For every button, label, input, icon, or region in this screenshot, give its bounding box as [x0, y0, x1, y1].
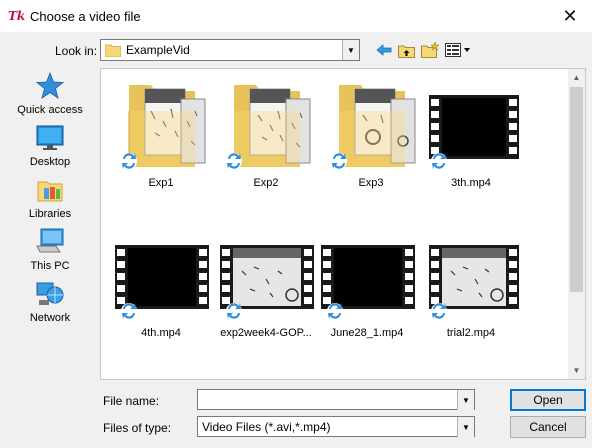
- filetype-dropdown-arrow[interactable]: ▼: [457, 417, 474, 437]
- video-thumbnail-icon: [429, 245, 519, 319]
- chevron-down-icon: ▼: [462, 395, 470, 405]
- view-menu-button[interactable]: [444, 40, 472, 60]
- network-icon: [36, 282, 64, 305]
- place-network[interactable]: Network: [12, 280, 88, 330]
- lookin-label: Look in:: [55, 44, 98, 58]
- filetype-dropdown[interactable]: Video Files (*.avi,*.mp4) ▼: [197, 416, 475, 437]
- quick-access-star-icon: [36, 72, 64, 99]
- place-desktop[interactable]: Desktop: [12, 124, 88, 174]
- list-item-folder[interactable]: Exp1: [111, 81, 211, 201]
- video-thumbnail-icon: [321, 245, 415, 319]
- lookin-dropdown[interactable]: ExampleVid ▼: [100, 39, 360, 61]
- back-button[interactable]: [374, 40, 394, 60]
- desktop-icon: [36, 125, 64, 150]
- folder-thumbnail-icon: [331, 85, 416, 169]
- tk-feather-icon: Tk: [8, 9, 26, 23]
- places-bar: Quick access Desktop Libraries This PC N…: [12, 72, 88, 372]
- scroll-up-button[interactable]: ▲: [568, 69, 585, 86]
- up-folder-button[interactable]: [396, 40, 416, 60]
- scroll-down-button[interactable]: ▼: [568, 362, 585, 379]
- video-thumbnail-icon: [429, 95, 519, 169]
- file-name: 4th.mp4: [141, 327, 181, 339]
- place-quick-access[interactable]: Quick access: [12, 72, 88, 122]
- chevron-down-icon: ▼: [462, 422, 470, 432]
- place-libraries[interactable]: Libraries: [12, 176, 88, 226]
- file-name: Exp3: [358, 177, 384, 189]
- folder-icon: [105, 44, 121, 57]
- file-dialog: Look in: ExampleVid ▼ Quick access Deskt…: [0, 32, 592, 448]
- libraries-icon: [37, 181, 63, 202]
- list-item-video[interactable]: 3th.mp4: [421, 81, 521, 201]
- chevron-down-icon: ▼: [347, 45, 355, 55]
- filename-label: File name:: [103, 394, 160, 408]
- place-label: Network: [29, 312, 71, 324]
- new-folder-button[interactable]: [420, 40, 440, 60]
- file-name: trial2.mp4: [446, 327, 496, 339]
- file-name: exp2week4-GOP...: [220, 327, 312, 339]
- list-item-folder[interactable]: Exp2: [216, 81, 316, 201]
- folder-thumbnail-icon: [226, 85, 311, 169]
- file-list-view[interactable]: Exp1 Exp2 Exp3 3th.mp4 4th.mp4 exp2week4…: [100, 68, 586, 380]
- lookin-value: ExampleVid: [126, 43, 190, 57]
- filename-input[interactable]: ▼: [197, 389, 475, 410]
- list-item-video[interactable]: trial2.mp4: [421, 231, 521, 351]
- list-item-video[interactable]: 4th.mp4: [111, 231, 211, 351]
- video-thumbnail-icon: [115, 245, 209, 319]
- this-pc-icon: [36, 228, 64, 253]
- chevron-up-icon: ▲: [572, 73, 581, 82]
- place-label: This PC: [30, 260, 70, 272]
- filetype-label: Files of type:: [103, 421, 172, 435]
- place-this-pc[interactable]: This PC: [12, 228, 88, 278]
- video-thumbnail-icon: [220, 245, 314, 319]
- close-icon: ✕: [562, 5, 578, 26]
- vertical-scrollbar[interactable]: ▲ ▼: [568, 69, 585, 379]
- filename-dropdown-arrow[interactable]: ▼: [457, 390, 474, 410]
- file-name: 3th.mp4: [451, 177, 491, 189]
- place-label: Desktop: [29, 156, 71, 168]
- file-name: June28_1.mp4: [330, 327, 404, 339]
- title-bar: Tk Choose a video file ✕: [0, 0, 592, 32]
- list-item-folder[interactable]: Exp3: [321, 81, 421, 201]
- scrollbar-thumb[interactable]: [570, 87, 583, 292]
- close-button[interactable]: ✕: [548, 0, 592, 32]
- place-label: Quick access: [17, 104, 83, 116]
- up-folder-icon: [397, 45, 415, 58]
- chevron-down-icon: ▼: [572, 366, 581, 375]
- list-item-video[interactable]: exp2week4-GOP...: [216, 231, 316, 351]
- file-name: Exp2: [253, 177, 279, 189]
- back-arrow-icon: [376, 44, 392, 56]
- list-item-video[interactable]: June28_1.mp4: [317, 231, 417, 351]
- new-folder-icon: [421, 42, 439, 58]
- open-button[interactable]: Open: [510, 389, 586, 411]
- cancel-button[interactable]: Cancel: [510, 416, 586, 438]
- view-menu-icon: [445, 43, 470, 57]
- folder-thumbnail-icon: [121, 85, 206, 169]
- lookin-dropdown-arrow[interactable]: ▼: [342, 40, 359, 60]
- file-name: Exp1: [148, 177, 174, 189]
- place-label: Libraries: [28, 208, 72, 220]
- window-title: Choose a video file: [30, 9, 141, 24]
- filetype-value: Video Files (*.avi,*.mp4): [202, 420, 331, 434]
